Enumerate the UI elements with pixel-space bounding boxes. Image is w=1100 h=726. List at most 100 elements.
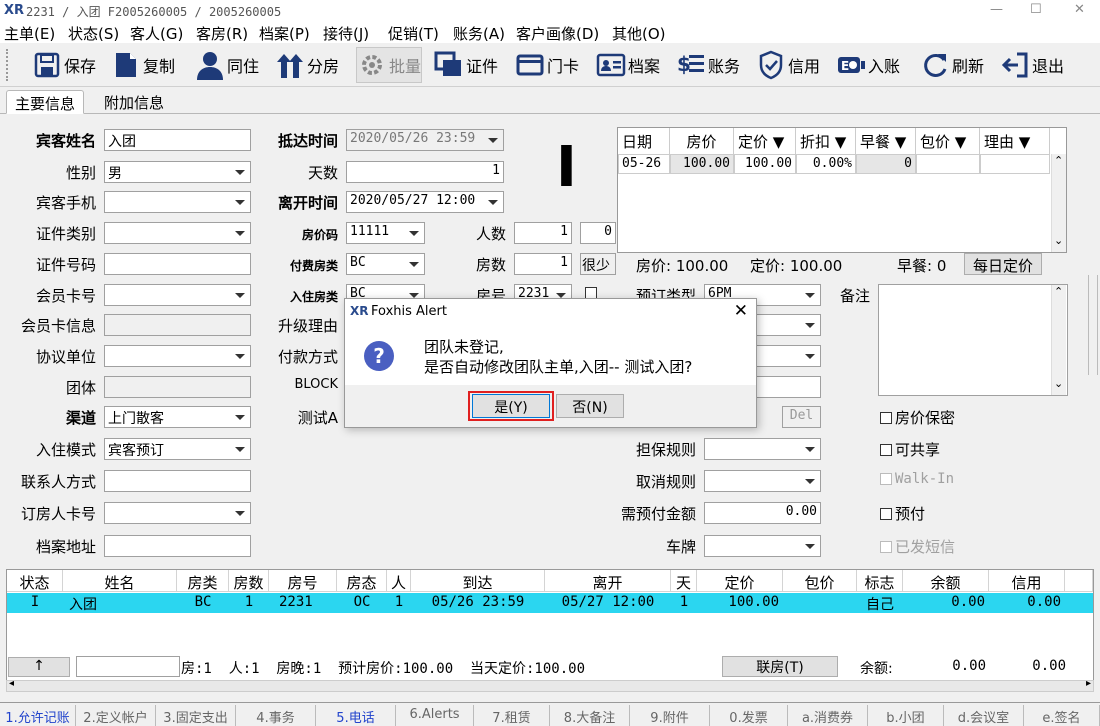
- guarantee-select[interactable]: [704, 438, 821, 460]
- days-input[interactable]: 1: [346, 161, 504, 183]
- grid-col-balance[interactable]: 余额: [903, 570, 989, 592]
- remark-textarea[interactable]: ⌃ ⌄: [878, 284, 1068, 396]
- plate-select[interactable]: [704, 535, 821, 557]
- menu-item-accounts[interactable]: 账务(A): [453, 23, 505, 44]
- grid-cell-balance[interactable]: 0.00: [903, 593, 989, 613]
- grid-col-room-no[interactable]: 房号: [269, 570, 337, 592]
- credit-button[interactable]: 信用: [756, 47, 820, 83]
- tab-big-remark[interactable]: 8.大备注: [550, 705, 630, 726]
- tab-allow-charge[interactable]: 1.允许记账: [0, 705, 76, 726]
- rate-col-breakfast[interactable]: 早餐 ▼: [856, 128, 916, 154]
- tab-main-info[interactable]: 主要信息: [6, 90, 85, 114]
- arrival-select[interactable]: 2020/05/26 23:59: [346, 129, 504, 151]
- rate-col-date[interactable]: 日期: [618, 128, 670, 154]
- grid-col-fixed-rate[interactable]: 定价: [697, 570, 783, 592]
- profile-button[interactable]: 档案: [596, 47, 660, 83]
- tab-extra-info[interactable]: 附加信息: [96, 90, 172, 114]
- link-room-button[interactable]: 联房(T): [722, 656, 838, 677]
- minimize-button[interactable]: —: [990, 2, 1003, 17]
- grid-col-room-status[interactable]: 房态: [337, 570, 387, 592]
- member-card-select[interactable]: [104, 284, 251, 306]
- grid-cell-flag[interactable]: 自己: [857, 593, 903, 613]
- footer-input[interactable]: [76, 656, 180, 677]
- rate-cell-package[interactable]: [916, 154, 980, 174]
- door-card-button[interactable]: 门卡: [515, 47, 579, 83]
- menu-item-portrait[interactable]: 客户画像(D): [516, 23, 599, 44]
- form-scrollbar[interactable]: [1088, 275, 1098, 375]
- rate-cell-rate[interactable]: 100.00: [670, 154, 734, 174]
- rate-cell-date[interactable]: 05-26: [618, 154, 670, 174]
- menu-item-main[interactable]: 主单(E): [4, 23, 55, 44]
- menu-item-status[interactable]: 状态(S): [68, 23, 119, 44]
- daily-rate-button[interactable]: 每日定价: [964, 253, 1042, 275]
- contact-input[interactable]: [104, 470, 251, 492]
- grid-cell-status[interactable]: I: [7, 593, 63, 613]
- grid-cell-credit[interactable]: 0.00: [989, 593, 1065, 613]
- agreement-select[interactable]: [104, 345, 251, 367]
- move-up-button[interactable]: ↑: [8, 657, 70, 677]
- rooms-input[interactable]: 1: [514, 253, 572, 275]
- guest-name-input[interactable]: 入团: [104, 129, 251, 151]
- cancel-rule-select[interactable]: [704, 470, 821, 492]
- save-button[interactable]: 保存: [32, 47, 96, 83]
- mobile-select[interactable]: [104, 191, 251, 213]
- batch-button[interactable]: 批量: [356, 47, 423, 83]
- rate-cell-fixed[interactable]: 100.00: [734, 154, 796, 174]
- grid-cell-room-no[interactable]: 2231: [269, 593, 337, 613]
- copy-button[interactable]: 复制: [111, 47, 175, 83]
- no-button[interactable]: 否(N): [556, 394, 624, 418]
- grid-col-flag[interactable]: 标志: [857, 570, 903, 592]
- persons-input[interactable]: 1: [514, 222, 572, 244]
- rate-col-fixed[interactable]: 定价 ▼: [734, 128, 796, 154]
- grid-cell-room-type[interactable]: BC: [177, 593, 229, 613]
- maximize-button[interactable]: ☐: [1030, 2, 1042, 17]
- grid-col-rooms[interactable]: 房数: [229, 570, 269, 592]
- prepaid-checkbox[interactable]: 预付: [880, 503, 925, 524]
- menu-item-reception[interactable]: 接待(J): [323, 23, 369, 44]
- persons-child-input[interactable]: 0: [580, 222, 616, 244]
- menu-item-room[interactable]: 客房(R): [196, 23, 248, 44]
- grid-col-room-type[interactable]: 房类: [177, 570, 229, 592]
- rate-code-select[interactable]: 11111: [346, 222, 425, 244]
- grid-cell-fixed-rate[interactable]: 100.00: [697, 593, 783, 613]
- id-button[interactable]: 证件: [434, 47, 498, 83]
- checkin-mode-select[interactable]: 宾客预订: [104, 438, 251, 460]
- tab-tasks[interactable]: 4.事务: [236, 705, 316, 726]
- id-no-input[interactable]: [104, 253, 251, 275]
- grid-cell-room-status[interactable]: OC: [337, 593, 387, 613]
- grid-col-arrival[interactable]: 到达: [411, 570, 545, 592]
- grid-col-status[interactable]: 状态: [7, 570, 63, 592]
- exit-button[interactable]: 退出: [1000, 47, 1064, 83]
- grid-col-persons[interactable]: 人: [387, 570, 411, 592]
- tab-phone[interactable]: 5.电话: [316, 705, 396, 726]
- remark-scrollbar[interactable]: ⌃ ⌄: [1051, 285, 1066, 395]
- grid-cell-days[interactable]: 1: [671, 593, 697, 613]
- grid-cell-rooms[interactable]: 1: [229, 593, 269, 613]
- pay-room-type-select[interactable]: BC: [346, 253, 425, 275]
- grid-col-name[interactable]: 姓名: [63, 570, 177, 592]
- shareable-checkbox[interactable]: 可共享: [880, 439, 940, 460]
- tab-signature[interactable]: e.签名: [1024, 705, 1100, 726]
- del-button[interactable]: Del: [782, 406, 821, 428]
- tab-attachments[interactable]: 9.附件: [630, 705, 710, 726]
- dialog-close-icon[interactable]: ✕: [734, 301, 748, 321]
- menu-item-other[interactable]: 其他(O): [612, 23, 666, 44]
- walkin-checkbox[interactable]: Walk-In: [880, 471, 954, 487]
- grid-cell-name[interactable]: 入团: [63, 593, 177, 613]
- tab-define-account[interactable]: 2.定义帐户: [76, 705, 156, 726]
- tab-voucher[interactable]: a.消费券: [788, 705, 868, 726]
- close-button[interactable]: ✕: [1074, 2, 1085, 17]
- id-type-select[interactable]: [104, 222, 251, 244]
- tab-alerts[interactable]: 6.Alerts: [396, 705, 474, 726]
- rate-col-discount[interactable]: 折扣 ▼: [796, 128, 856, 154]
- grid-col-credit[interactable]: 信用: [989, 570, 1065, 592]
- grid-horizontal-scrollbar[interactable]: ◂ ▸: [6, 678, 1094, 692]
- booker-card-select[interactable]: [104, 502, 251, 524]
- toolbar-grip[interactable]: [6, 49, 10, 81]
- rate-secret-checkbox[interactable]: 房价保密: [880, 407, 955, 428]
- tab-small-group[interactable]: b.小团: [868, 705, 944, 726]
- grid-cell-persons[interactable]: 1: [387, 593, 411, 613]
- grid-cell-departure[interactable]: 05/27 12:00: [545, 593, 671, 613]
- rate-col-reason[interactable]: 理由 ▼: [980, 128, 1050, 154]
- prepay-input[interactable]: 0.00: [704, 502, 821, 524]
